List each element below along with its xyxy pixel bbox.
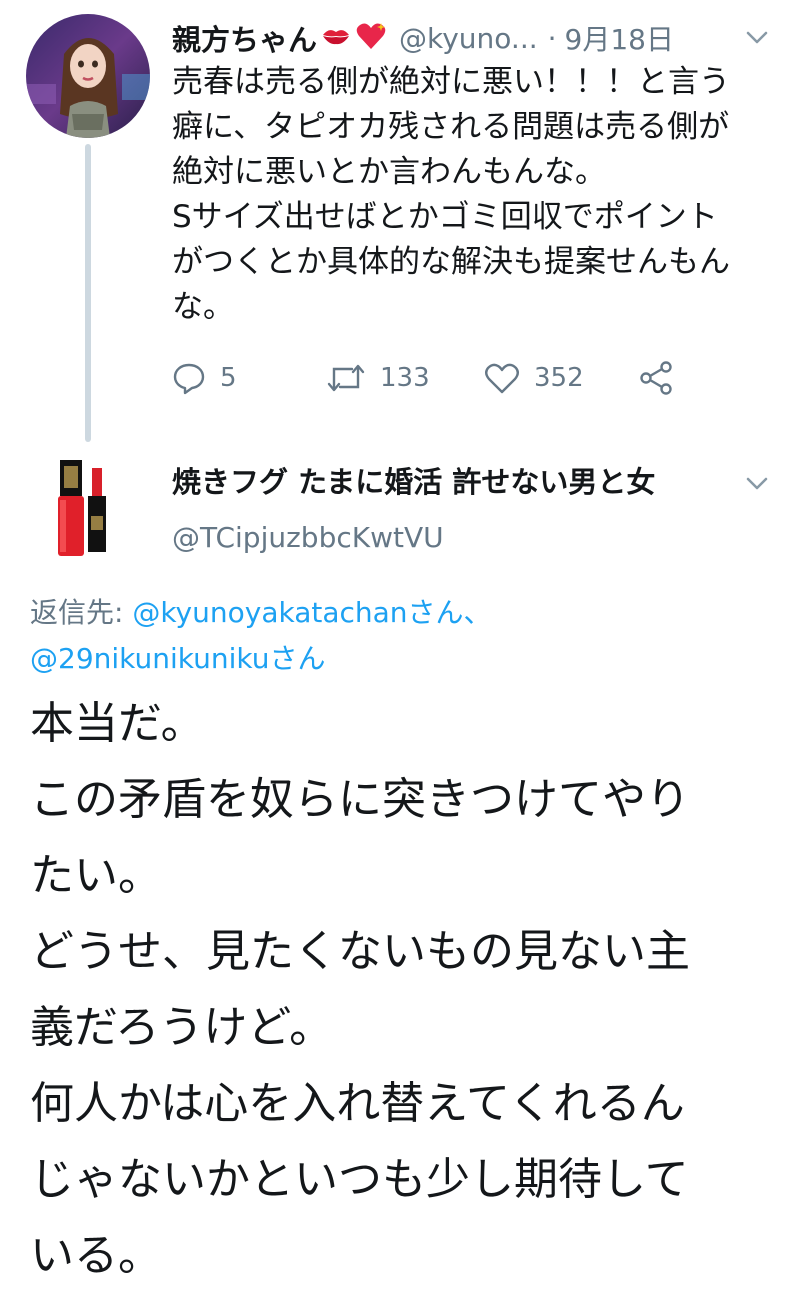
tweet2-display-name[interactable]: 焼きフグ たまに婚活 許せない男と女 [172,460,655,504]
tweet2-line: 本当だ。 [30,698,205,749]
tweet1-text: 売春は売る側が絶対に悪い！！！と言う 癖に、タピオカ残される問題は売る側が 絶対… [172,60,782,330]
sparkling-heart-emoji [355,21,387,55]
reply-icon [173,363,205,395]
reply-mention-suffix: さん [269,642,326,675]
tweet2-line: この矛盾を奴らに突きつけてやり [30,774,690,825]
chevron-down-icon[interactable] [744,470,770,496]
replying-to: 返信先: @kyunoyakatachanさん、 @29nikunikuniku… [30,590,770,682]
tweet2-line: 義だろうけど。 [30,1002,334,1053]
reply-mention-link[interactable]: @kyunoyakatachan [132,596,407,629]
share-icon [640,361,672,395]
tweet1-line: Sサイズ出せばとかゴミ回収でポイント [172,199,718,235]
tweet1-line: 売春は売る側が絶対に悪い！！！と言う [172,64,730,100]
reply-button[interactable]: 5 [172,356,237,400]
reply-mention-link[interactable]: @29nikunikuniku [30,642,270,675]
retweet-button[interactable]: 133 [326,356,430,400]
retweet-count: 133 [380,363,430,393]
tweet1-line: がつくとか具体的な解決も提案せんもん [172,244,730,280]
separator-dot: · [547,21,557,55]
like-count: 352 [534,363,584,393]
tweet2-handle[interactable]: @TCipjuzbbcKwtVU [172,516,444,560]
avatar[interactable] [26,14,150,138]
tweet1-display-name[interactable]: 親方ちゃん [172,17,317,59]
reply-count: 5 [220,363,237,393]
tweet2-line: どうせ、見たくないもの見ない主 [30,926,690,977]
tweet1-line: 絶対に悪いとか言わんもんな。 [172,154,606,190]
reply-prefix: 返信先: [30,596,133,629]
share-button[interactable] [638,356,674,400]
tweet1-line: 癖に、タピオカ残される問題は売る側が [172,109,730,145]
tweet1-header: 親方ちゃん @kyuno... · 9月18日 [172,14,772,62]
tweet2-line: 何人かは心を入れ替えてくれるん [30,1078,685,1129]
thread-connector-line [85,144,91,442]
avatar[interactable] [30,458,150,578]
like-button[interactable]: 352 [484,356,584,400]
kiss-mark-emoji [321,25,351,51]
tweet2-line: いる。 [30,1230,162,1281]
reply-mention-suffix: さん、 [407,596,492,629]
tweet2-text: 本当だ。 この矛盾を奴らに突きつけてやり たい。 どうせ、見たくないもの見ない主… [30,686,780,1294]
chevron-down-icon[interactable] [744,24,770,50]
tweet2-line: じゃないかといつも少し期待して [30,1154,689,1205]
retweet-icon [327,364,365,392]
tweet2-line: たい。 [30,850,162,901]
tweet1-line: な。 [172,289,234,325]
tweet1-action-bar: 5 133 352 [172,356,732,400]
tweet1-handle[interactable]: @kyuno... [399,22,538,55]
heart-icon [485,363,519,394]
tweet1-timestamp[interactable]: 9月18日 [565,18,674,58]
